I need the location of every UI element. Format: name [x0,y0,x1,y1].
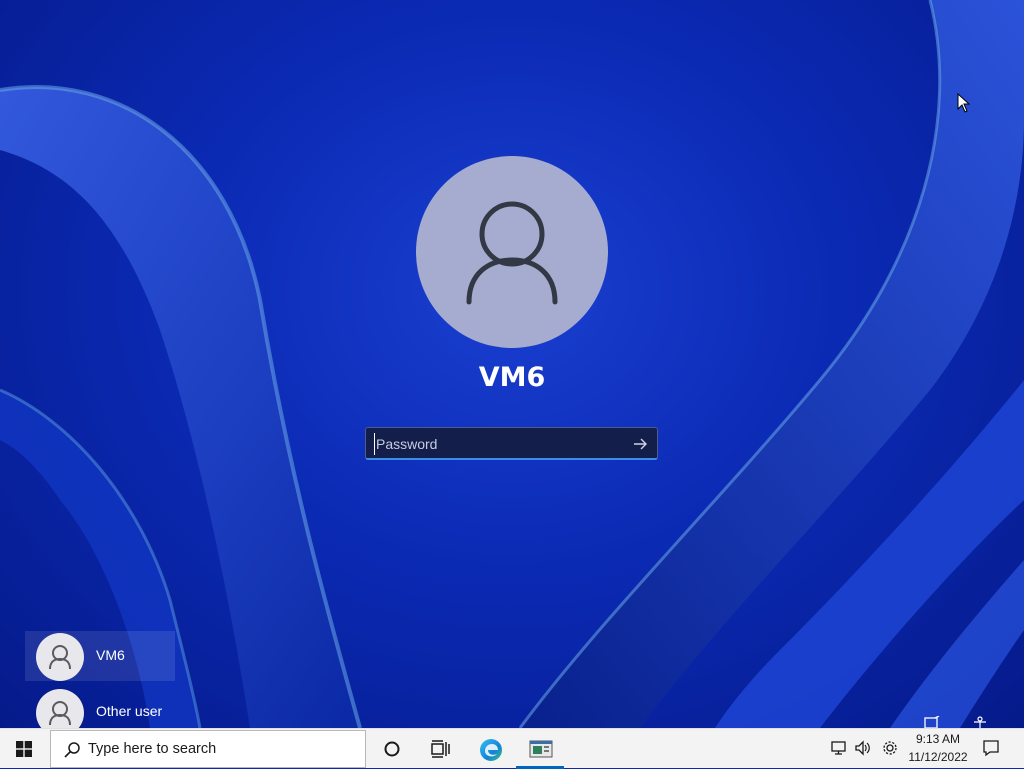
password-input[interactable] [374,433,616,455]
mouse-cursor-icon [957,93,971,113]
search-icon [64,742,80,758]
clock-date[interactable]: 11/12/2022 [906,750,970,764]
app-window-button[interactable] [516,729,564,769]
clock-time[interactable]: 9:13 AM [906,732,970,746]
notification-center-icon[interactable] [982,739,1000,757]
user-avatar-large [416,156,608,348]
person-icon [49,645,71,670]
avatar [36,633,84,681]
windows-logo-icon [16,741,32,757]
password-field[interactable] [365,427,658,460]
search-placeholder: Type here to search [88,741,217,757]
person-icon [466,201,558,305]
task-view-icon [431,740,450,758]
edge-button[interactable] [466,729,514,769]
network-icon[interactable] [830,739,848,757]
edge-icon [480,739,502,761]
network-status-icon[interactable] [924,716,940,728]
taskbar-search-box[interactable]: Type here to search [50,730,366,768]
volume-icon[interactable] [854,739,872,757]
accessibility-icon[interactable] [972,716,988,728]
cortana-icon [384,741,400,757]
user-name-title: VM6 [478,362,546,393]
task-view-button[interactable] [416,729,464,769]
settings-gear-icon[interactable] [881,739,899,757]
cortana-button[interactable] [368,729,416,769]
start-button[interactable] [0,729,48,769]
user-list-label: Other user [96,703,163,719]
taskbar: Type here to search 9:13 AM 11/12/2022 [0,728,1024,769]
submit-arrow-icon[interactable] [631,435,649,453]
user-list-label: VM6 [96,647,125,663]
app-window-icon [529,740,553,758]
user-list-item-vm6[interactable]: VM6 [25,631,175,681]
